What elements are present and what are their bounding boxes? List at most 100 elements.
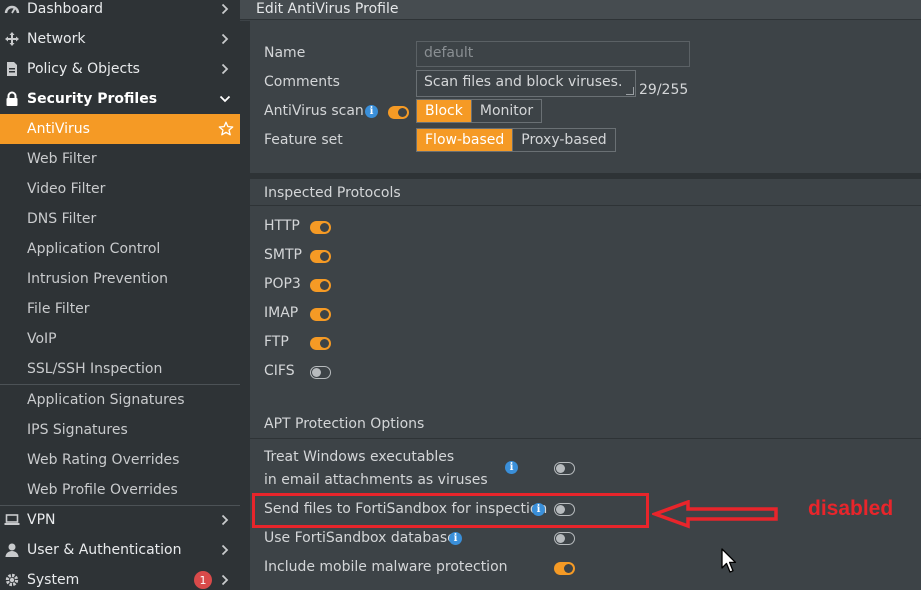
mouse-cursor-icon — [721, 548, 737, 573]
nav-label: DNS Filter — [27, 211, 97, 227]
pop3-toggle[interactable] — [310, 279, 331, 292]
chevron-right-icon — [218, 62, 232, 76]
nav-label: IPS Signatures — [27, 422, 128, 438]
flow-based-option[interactable]: Flow-based — [417, 129, 513, 151]
nav-antivirus[interactable]: AntiVirus — [0, 114, 240, 144]
antivirus-scan-label: AntiVirus scan — [264, 103, 364, 119]
mobile-malware-toggle[interactable] — [554, 562, 575, 575]
comments-counter: 29/255 — [639, 82, 689, 98]
nav-label: Intrusion Prevention — [27, 271, 169, 287]
smtp-toggle[interactable] — [310, 250, 331, 263]
nav-label: User & Authentication — [27, 542, 182, 558]
nav-label: System — [27, 572, 80, 588]
ftp-toggle[interactable] — [310, 337, 331, 350]
nav-label: Network — [27, 31, 86, 47]
annotation-label: disabled — [808, 497, 894, 520]
http-toggle[interactable] — [310, 221, 331, 234]
nav-application-signatures[interactable]: Application Signatures — [0, 385, 240, 415]
feature-set-label: Feature set — [264, 132, 343, 148]
antivirus-scan-toggle[interactable] — [388, 106, 409, 119]
treat-windows-toggle[interactable] — [554, 462, 575, 475]
star-icon[interactable] — [218, 121, 234, 137]
proxy-based-option[interactable]: Proxy-based — [512, 129, 614, 151]
section-divider — [250, 205, 921, 206]
info-icon[interactable]: i — [365, 105, 378, 118]
info-icon[interactable]: i — [505, 461, 518, 474]
nav-label: VoIP — [27, 331, 57, 347]
cifs-toggle[interactable] — [310, 366, 331, 379]
general-settings-panel: Name default Comments Scan files and blo… — [250, 21, 921, 173]
gear-icon — [3, 571, 21, 589]
name-field[interactable]: default — [416, 41, 690, 67]
comments-text: Scan files and block viruses. — [424, 74, 623, 90]
inspected-protocols-panel: Inspected Protocols HTTP SMTP POP3 IMAP … — [250, 179, 921, 413]
network-icon — [3, 30, 21, 48]
treat-windows-label-line2: in email attachments as viruses — [264, 472, 488, 488]
nav-label: Web Filter — [27, 151, 97, 167]
comments-field[interactable]: Scan files and block viruses. — [416, 70, 636, 97]
nav-web-profile-overrides[interactable]: Web Profile Overrides — [0, 475, 240, 505]
nav-network[interactable]: Network — [0, 24, 240, 54]
section-divider — [250, 438, 921, 439]
name-label: Name — [264, 45, 306, 61]
lock-icon — [3, 90, 21, 108]
laptop-icon — [3, 511, 21, 529]
nav-video-filter[interactable]: Video Filter — [0, 174, 240, 204]
nav-voip[interactable]: VoIP — [0, 324, 240, 354]
page-header: Edit AntiVirus Profile — [240, 0, 921, 20]
chevron-down-icon — [218, 92, 232, 106]
annotation-highlight-box — [252, 493, 649, 528]
nav-vpn[interactable]: VPN — [0, 505, 240, 535]
nav-label: Application Signatures — [27, 392, 185, 408]
chevron-right-icon — [218, 2, 232, 16]
nav-label: Dashboard — [27, 1, 103, 17]
use-fortisandbox-db-label: Use FortiSandbox database — [264, 530, 456, 546]
nav-ips-signatures[interactable]: IPS Signatures — [0, 415, 240, 445]
nav-label: AntiVirus — [27, 121, 90, 137]
nav-file-filter[interactable]: File Filter — [0, 294, 240, 324]
section-title: APT Protection Options — [264, 416, 425, 432]
antivirus-scan-mode: Block Monitor — [416, 99, 543, 123]
nav-intrusion-prevention[interactable]: Intrusion Prevention — [0, 264, 240, 294]
nav-label: VPN — [27, 512, 56, 528]
nav-user-authentication[interactable]: User & Authentication — [0, 535, 240, 565]
nav-web-filter[interactable]: Web Filter — [0, 144, 240, 174]
protocol-label-imap: IMAP — [264, 305, 299, 321]
nav-label: Video Filter — [27, 181, 106, 197]
nav-security-profiles[interactable]: Security Profiles — [0, 84, 240, 114]
imap-toggle[interactable] — [310, 308, 331, 321]
nav-dns-filter[interactable]: DNS Filter — [0, 204, 240, 234]
dashboard-icon — [3, 0, 21, 18]
block-option[interactable]: Block — [417, 100, 471, 122]
nav-web-rating-overrides[interactable]: Web Rating Overrides — [0, 445, 240, 475]
nav-dashboard[interactable]: Dashboard — [0, 0, 240, 24]
nav-label: Policy & Objects — [27, 61, 140, 77]
protocol-label-ftp: FTP — [264, 334, 289, 350]
feature-set-selector: Flow-based Proxy-based — [416, 128, 616, 152]
use-fortisandbox-db-toggle[interactable] — [554, 532, 575, 545]
protocol-label-cifs: CIFS — [264, 363, 295, 379]
nav-label: SSL/SSH Inspection — [27, 361, 163, 377]
user-icon — [3, 541, 21, 559]
nav-label: Web Rating Overrides — [27, 452, 180, 468]
nav-system[interactable]: System 1 — [0, 565, 240, 590]
comments-label: Comments — [264, 74, 340, 90]
chevron-right-icon — [218, 32, 232, 46]
resize-handle[interactable] — [626, 87, 634, 95]
section-title: Inspected Protocols — [264, 185, 401, 201]
chevron-right-icon — [218, 543, 232, 557]
notification-badge: 1 — [194, 571, 212, 589]
nav-label: Web Profile Overrides — [27, 482, 178, 498]
nav-label: Application Control — [27, 241, 161, 257]
nav-policy-objects[interactable]: Policy & Objects — [0, 54, 240, 84]
protocol-label-smtp: SMTP — [264, 247, 302, 263]
protocol-label-http: HTTP — [264, 218, 300, 234]
nav-label: Security Profiles — [27, 91, 158, 107]
chevron-right-icon — [218, 573, 232, 587]
nav-label: File Filter — [27, 301, 90, 317]
monitor-option[interactable]: Monitor — [470, 100, 541, 122]
nav-application-control[interactable]: Application Control — [0, 234, 240, 264]
nav-ssl-ssh-inspection[interactable]: SSL/SSH Inspection — [0, 354, 240, 384]
info-icon[interactable]: i — [449, 532, 462, 545]
treat-windows-label-line1: Treat Windows executables — [264, 449, 455, 465]
